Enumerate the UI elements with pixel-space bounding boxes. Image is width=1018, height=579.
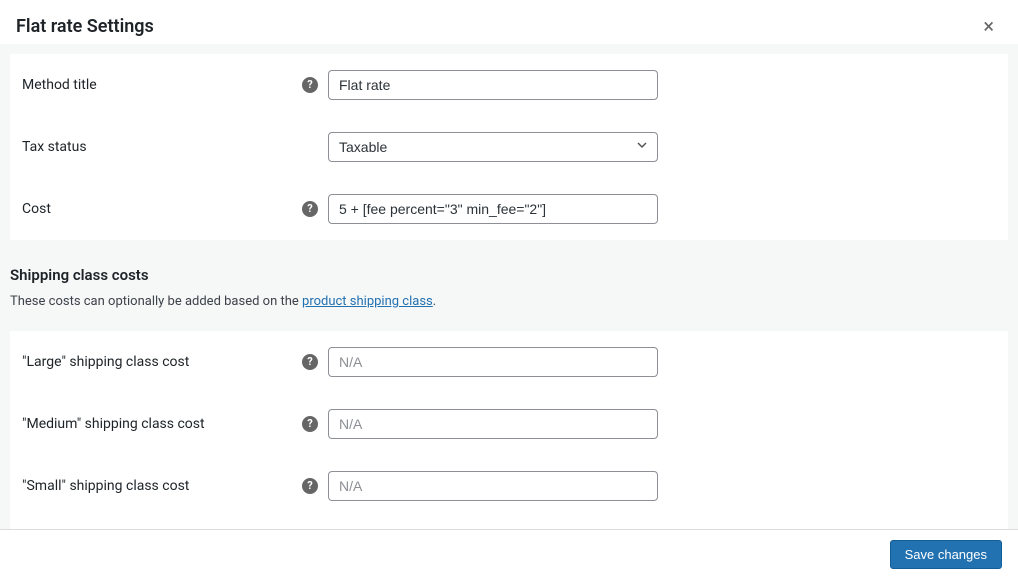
large-class-control: ? xyxy=(302,347,996,377)
cost-row: Cost ? xyxy=(10,178,1008,240)
large-class-row: "Large" shipping class cost ? xyxy=(10,331,1008,393)
help-icon[interactable]: ? xyxy=(302,354,318,370)
medium-class-input[interactable] xyxy=(328,409,658,439)
tax-status-control: Taxable xyxy=(302,132,996,162)
method-title-label: Method title xyxy=(22,77,302,93)
modal-footer: Save changes xyxy=(0,529,1018,579)
medium-class-row: "Medium" shipping class cost ? xyxy=(10,393,1008,455)
help-icon[interactable]: ? xyxy=(302,77,318,93)
small-class-control: ? xyxy=(302,471,996,501)
main-settings-section: Method title ? Tax status Taxable xyxy=(10,54,1008,240)
method-title-row: Method title ? xyxy=(10,54,1008,116)
small-class-input[interactable] xyxy=(328,471,658,501)
method-title-input[interactable] xyxy=(328,70,658,100)
content-area: Method title ? Tax status Taxable xyxy=(0,44,1018,529)
product-shipping-class-link[interactable]: product shipping class xyxy=(302,294,433,309)
tax-status-select[interactable]: Taxable xyxy=(328,132,658,162)
shipping-class-section: "Large" shipping class cost ? "Medium" s… xyxy=(10,331,1008,529)
help-icon[interactable]: ? xyxy=(302,201,318,217)
method-title-control: ? xyxy=(302,70,996,100)
cost-input[interactable] xyxy=(328,194,658,224)
desc-prefix: These costs can optionally be added base… xyxy=(10,294,302,309)
cost-control: ? xyxy=(302,194,996,224)
modal-title: Flat rate Settings xyxy=(16,16,154,37)
tax-status-row: Tax status Taxable xyxy=(10,116,1008,178)
cost-label: Cost xyxy=(22,201,302,217)
large-class-input[interactable] xyxy=(328,347,658,377)
help-icon[interactable]: ? xyxy=(302,478,318,494)
shipping-class-heading: Shipping class costs xyxy=(0,250,1018,290)
help-icon[interactable]: ? xyxy=(302,416,318,432)
desc-suffix: . xyxy=(433,294,436,309)
tax-status-select-wrapper: Taxable xyxy=(328,132,658,162)
small-class-label: "Small" shipping class cost xyxy=(22,478,302,494)
small-class-row: "Small" shipping class cost ? xyxy=(10,455,1008,517)
shipping-class-description: These costs can optionally be added base… xyxy=(0,290,1018,321)
large-class-label: "Large" shipping class cost xyxy=(22,354,302,370)
save-changes-button[interactable]: Save changes xyxy=(890,540,1002,569)
no-class-row: No shipping class cost ? xyxy=(10,517,1008,529)
close-icon[interactable]: × xyxy=(975,12,1002,40)
medium-class-control: ? xyxy=(302,409,996,439)
tax-status-label: Tax status xyxy=(22,139,302,155)
medium-class-label: "Medium" shipping class cost xyxy=(22,416,302,432)
